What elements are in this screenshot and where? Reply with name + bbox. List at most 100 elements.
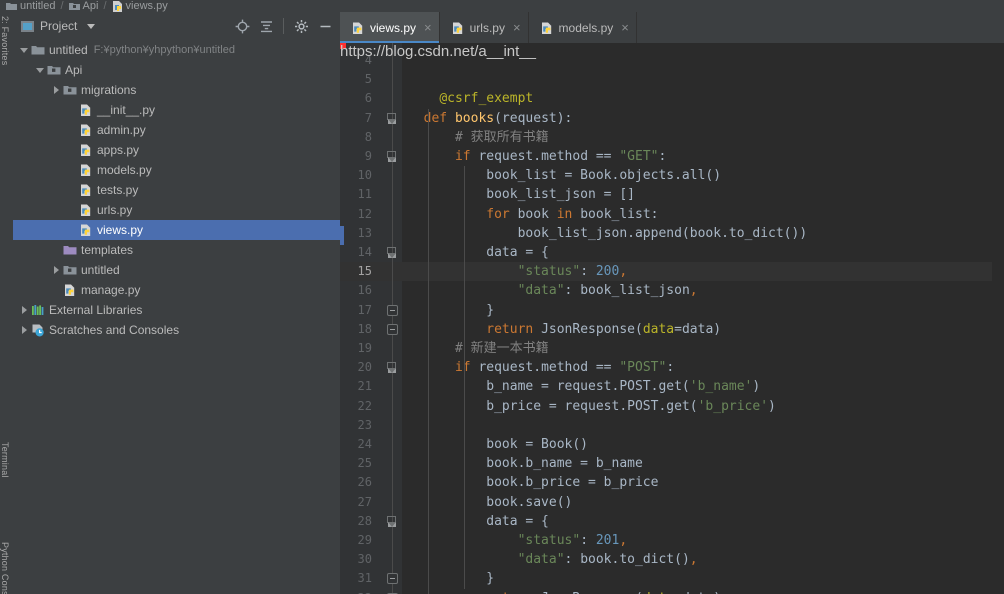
code-line[interactable]: return JsonResponse(data=data) [402,320,1004,339]
tool-button-favorites[interactable]: 2: Favorites [0,16,10,65]
code-line[interactable]: def books(request): [402,109,1004,128]
code-line[interactable]: } [402,301,1004,320]
close-icon[interactable]: × [513,21,521,34]
code-line[interactable]: book_list_json = [] [402,185,1004,204]
locate-icon[interactable] [231,15,253,37]
tree-item-untitled[interactable]: untitled F:¥python¥yhpython¥untitled [13,40,340,60]
chevron-down-icon[interactable] [19,45,29,55]
code-fold-toggle[interactable] [387,247,398,258]
breadcrumb-item-file[interactable]: views.py [112,0,168,12]
gear-icon[interactable] [290,15,312,37]
code-fold-toggle[interactable] [387,573,398,585]
line-number: 26 [357,475,372,490]
chevron-right-icon[interactable] [19,305,29,315]
code-line[interactable]: if request.method == "POST": [402,358,1004,377]
editor-gutter[interactable]: 4 5 6 7 8 9 10 11 12 13 14 15 16 17 18 19 20 21 22 23 24 25 26… [340,43,402,594]
tree-arrow-spacer [67,205,77,215]
code-line[interactable]: } [402,569,1004,588]
code-fold-toggle[interactable] [387,112,398,124]
editor-right-gutter[interactable] [992,43,1004,594]
tree-item-untitled[interactable]: untitled [13,260,340,280]
code-line[interactable]: book = Book() [402,435,1004,454]
line-number: 30 [357,552,372,567]
chevron-down-icon[interactable] [35,65,45,75]
tree-item-api[interactable]: Api [13,60,340,80]
code-token: book.b_name = b_name [408,456,643,472]
code-line[interactable]: b_name = request.POST.get('b_name') [402,377,1004,396]
editor-tab-views-py[interactable]: views.py × [340,12,440,43]
tree-item-urls-py[interactable]: urls.py [13,200,340,220]
code-content[interactable]: @csrf_exempt def books(request): # 获取所有书… [402,43,1004,594]
code-line[interactable]: return JsonResponse(data=data) [402,589,1004,594]
chevron-right-icon[interactable] [19,325,29,335]
breadcrumb-item-module[interactable]: Api [68,0,98,12]
code-line[interactable]: if request.method == "GET": [402,147,1004,166]
code-line[interactable]: # 获取所有书籍 [402,128,1004,147]
code-line[interactable]: "status": 201, [402,531,1004,550]
code-fold-toggle[interactable] [387,515,398,527]
minimize-icon[interactable] [314,15,336,37]
code-line[interactable]: b_price = request.POST.get('b_price') [402,397,1004,416]
code-line[interactable]: # 新建一本书籍 [402,339,1004,358]
code-token: ) [768,398,776,414]
code-token: request.method == [470,149,620,164]
module-icon [63,266,77,275]
line-number: 10 [357,168,372,183]
editor-tab-label: urls.py [469,20,505,35]
tree-item-migrations[interactable]: migrations [13,80,340,100]
code-fold-toggle[interactable] [387,304,398,316]
code-line[interactable]: "data": book_list_json, [402,281,1004,300]
code-line[interactable]: book.b_name = b_name [402,454,1004,473]
editor-tab-urls-py[interactable]: urls.py × [440,12,529,43]
editor-tab-bar[interactable]: views.py × urls.py × models.py × [340,12,1004,43]
code-editor[interactable]: 4 5 6 7 8 9 10 11 12 13 14 15 16 17 18 19 20 21 22 23 24 25 26… [340,43,1004,594]
folder-icon [6,3,17,10]
project-tree[interactable]: untitled F:¥python¥yhpython¥untitled Api mi… [13,40,340,594]
code-token: =data) [674,591,721,594]
tree-arrow-spacer [67,185,77,195]
code-line[interactable]: "status": 200, [402,262,1004,282]
editor-tab-models-py[interactable]: models.py × [529,12,637,43]
code-fold-toggle[interactable] [387,151,398,162]
tool-button-terminal[interactable]: Terminal [0,442,10,478]
close-icon[interactable]: × [424,21,432,34]
tree-item-manage-py[interactable]: manage.py [13,280,340,300]
tree-item-views-py[interactable]: views.py [13,220,340,240]
code-line[interactable]: for book in book_list: [402,205,1004,224]
code-line[interactable]: data = { [402,243,1004,262]
code-line[interactable]: data = { [402,512,1004,531]
close-icon[interactable]: × [621,21,629,34]
code-line[interactable]: @csrf_exempt [402,89,1004,108]
code-fold-toggle[interactable] [387,323,398,335]
tree-item-tests-py[interactable]: tests.py [13,180,340,200]
breadcrumb-separator: / [103,0,107,12]
code-line[interactable]: book_list_json.append(book.to_dict()) [402,224,1004,243]
breadcrumb-separator: / [60,0,64,12]
tree-item-models-py[interactable]: models.py [13,160,340,180]
tree-item--init-py[interactable]: __init__.py [13,100,340,120]
code-line[interactable]: book.save() [402,493,1004,512]
code-line[interactable]: book.b_price = b_price [402,473,1004,492]
indent-guide [464,166,465,589]
code-token: JsonResponse( [533,591,643,594]
chevron-down-icon[interactable] [87,23,96,29]
tree-item-apps-py[interactable]: apps.py [13,140,340,160]
code-fold-toggle[interactable] [387,362,398,374]
tree-item-scratches-and-consoles[interactable]: Scratches and Consoles [13,320,340,340]
editor-tab-label: models.py [558,20,614,35]
tool-button-python-console[interactable]: Python Console [0,542,10,594]
chevron-right-icon[interactable] [51,265,61,275]
breadcrumb-item-project[interactable]: untitled [6,0,55,12]
project-title[interactable]: Project [21,19,96,33]
vcs-change-marker[interactable] [340,225,344,245]
tree-item-templates[interactable]: templates [13,240,340,260]
code-line[interactable] [402,416,1004,435]
collapse-all-icon[interactable] [255,15,277,37]
chevron-right-icon[interactable] [51,85,61,95]
tree-item-external-libraries[interactable]: External Libraries [13,300,340,320]
code-line[interactable]: book_list = Book.objects.all() [402,166,1004,185]
code-line[interactable] [402,70,1004,89]
tree-item-admin-py[interactable]: admin.py [13,120,340,140]
code-line[interactable]: "data": book.to_dict(), [402,550,1004,569]
